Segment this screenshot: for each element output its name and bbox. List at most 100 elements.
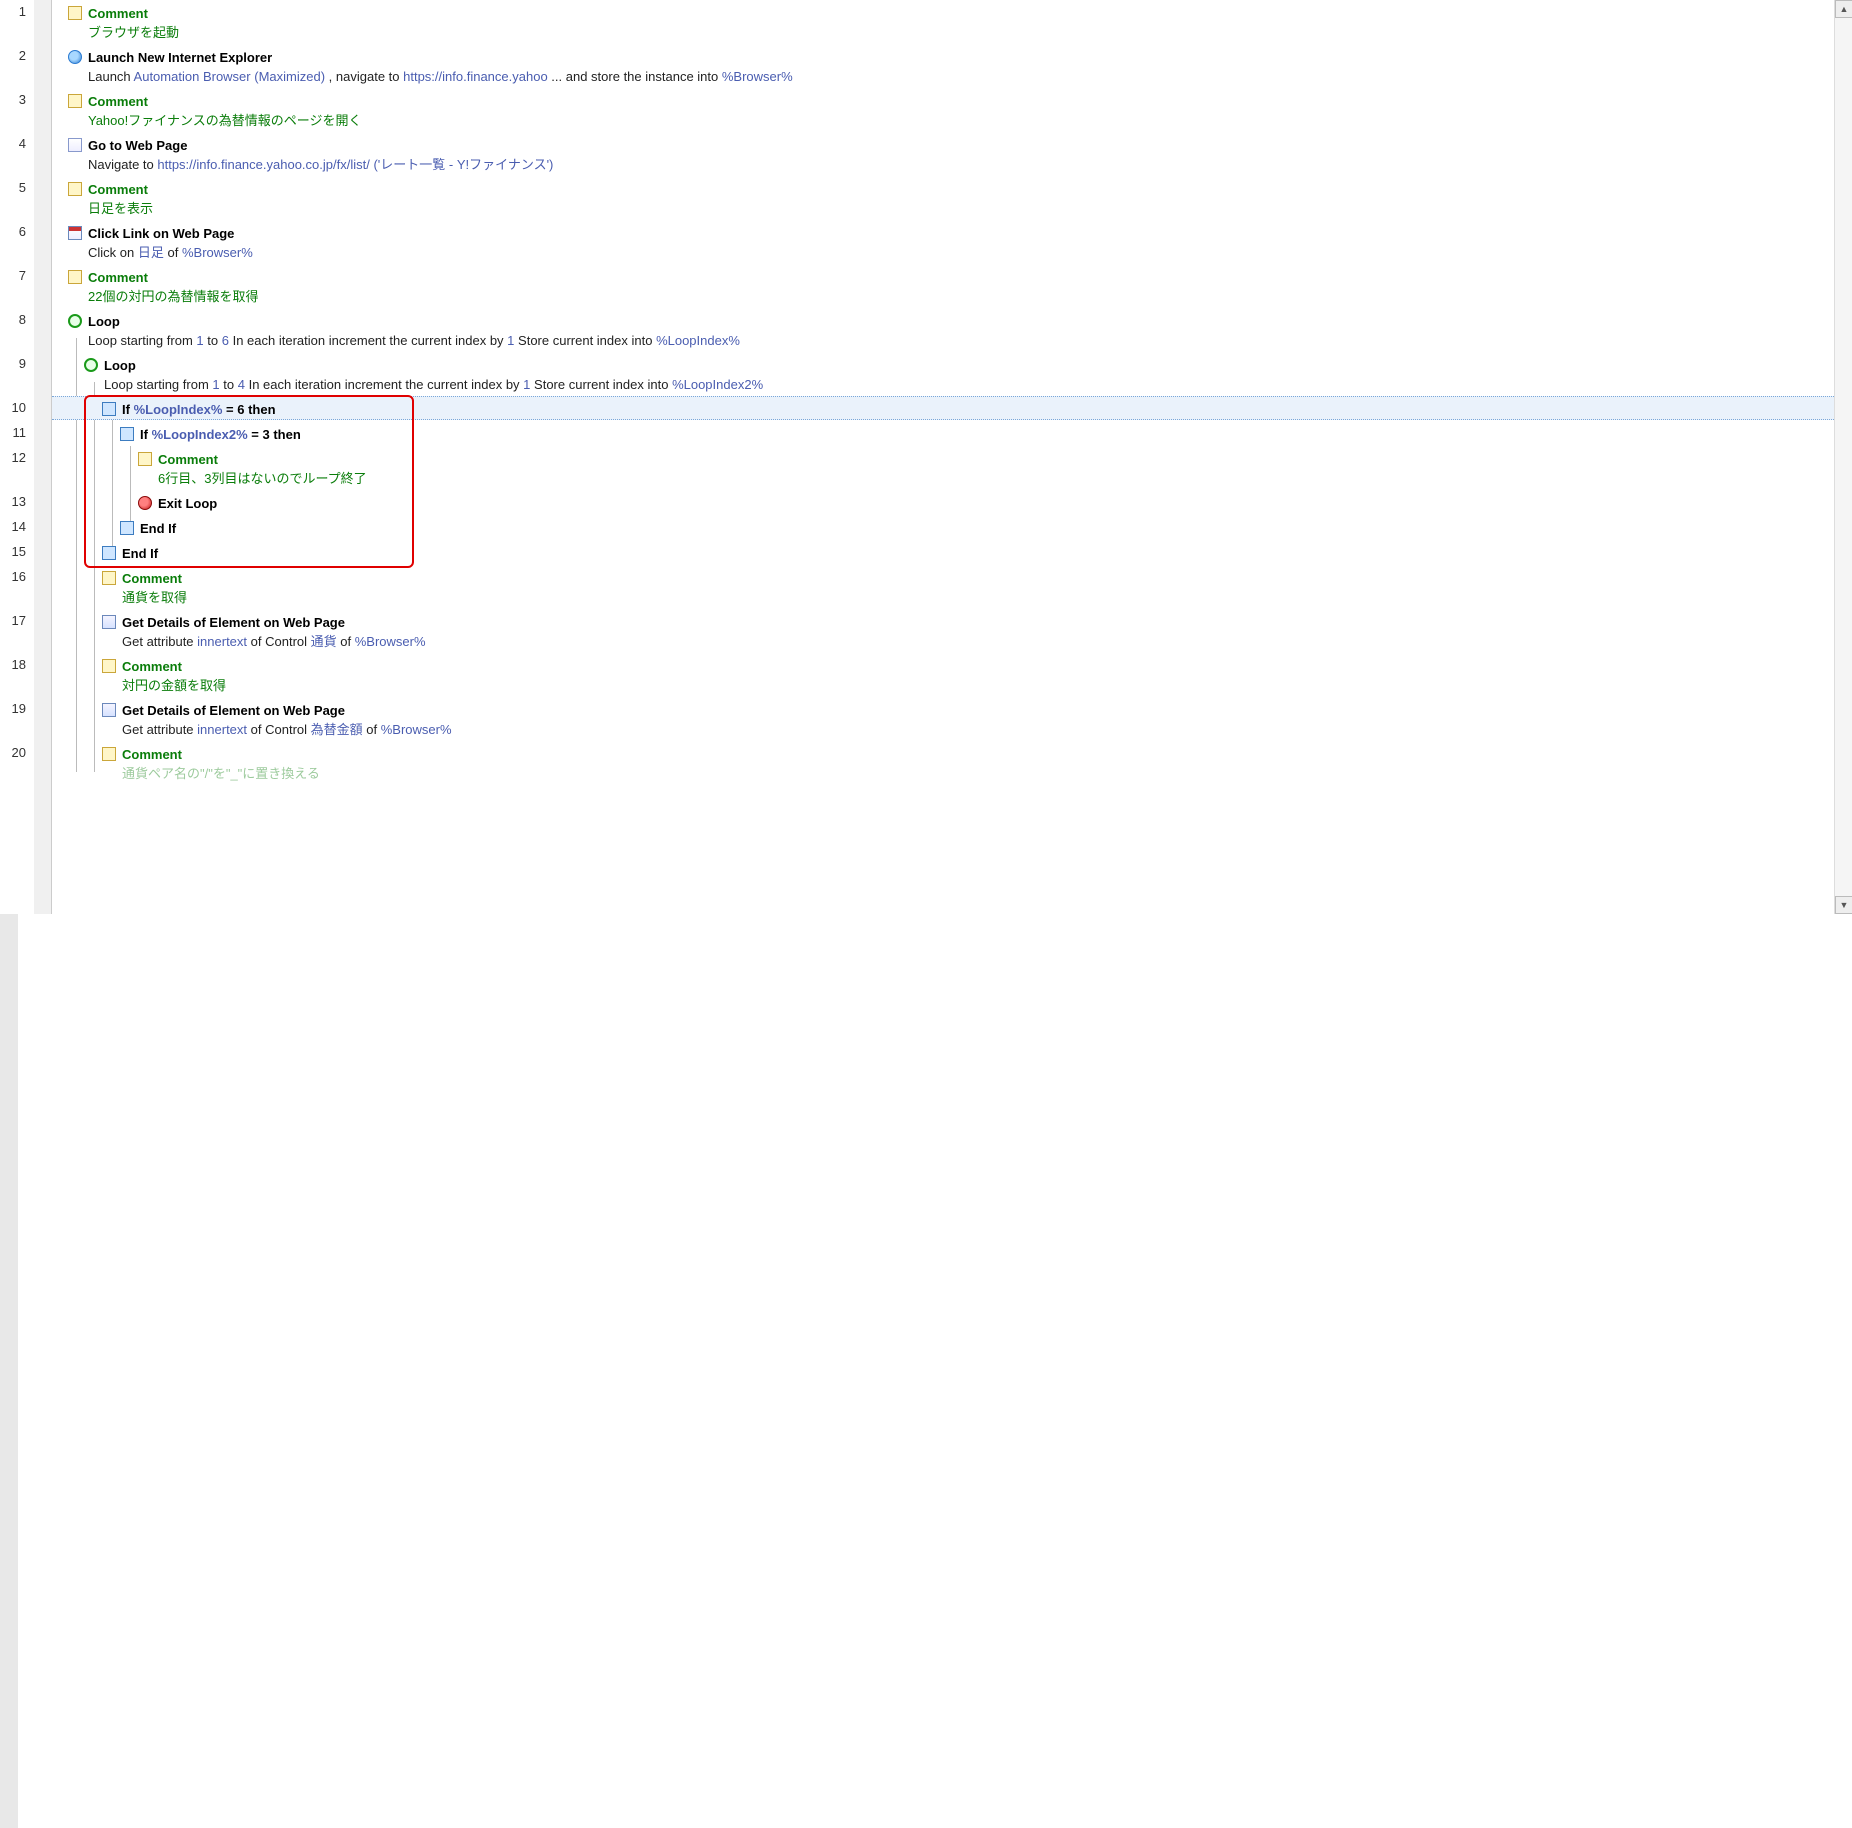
comment-icon xyxy=(102,747,116,761)
action-get-details[interactable]: Get Details of Element on Web Page Get a… xyxy=(102,613,426,651)
action-desc: Navigate to https://info.finance.yahoo.c… xyxy=(88,155,553,174)
action-click-link[interactable]: Click Link on Web Page Click on 日足 of %B… xyxy=(68,224,253,262)
comment-icon xyxy=(68,182,82,196)
action-desc: 通貨ペア名の"/"を"_"に置き換える xyxy=(122,764,320,783)
line-number: 9 xyxy=(0,356,30,371)
action-title: If %LoopIndex% = 6 then xyxy=(122,400,276,419)
comment-icon xyxy=(138,452,152,466)
action-launch-browser[interactable]: Launch New Internet Explorer Launch Auto… xyxy=(68,48,793,86)
exit-icon xyxy=(138,496,152,510)
action-desc: 通貨を取得 xyxy=(122,588,187,607)
gutter: 1234567891011121314151617181920 xyxy=(0,0,52,914)
code-area[interactable]: Comment ブラウザを起動 Launch New Internet Expl… xyxy=(52,0,1852,914)
branch-icon xyxy=(120,521,134,535)
line-number: 11 xyxy=(0,425,30,440)
action-title: End If xyxy=(140,519,176,538)
line-number: 1 xyxy=(0,4,30,19)
tree-guide xyxy=(130,446,131,524)
tree-guide xyxy=(94,382,95,772)
globe-icon xyxy=(68,50,82,64)
action-title: Comment xyxy=(122,657,226,676)
action-end-if[interactable]: End If xyxy=(120,519,176,538)
action-title: Comment xyxy=(88,4,179,23)
action-desc: Yahoo!ファイナンスの為替情報のページを開く xyxy=(88,111,361,130)
line-number: 16 xyxy=(0,569,30,584)
branch-icon xyxy=(102,546,116,560)
line-number: 7 xyxy=(0,268,30,283)
line-number: 3 xyxy=(0,92,30,107)
action-desc: Get attribute innertext of Control 通貨 of… xyxy=(122,632,426,651)
branch-icon xyxy=(102,402,116,416)
line-number: 15 xyxy=(0,544,30,559)
line-number: 10 xyxy=(0,400,30,415)
line-number: 19 xyxy=(0,701,30,716)
line-number: 20 xyxy=(0,745,30,760)
action-title: Comment xyxy=(122,569,187,588)
action-title: Exit Loop xyxy=(158,494,217,513)
action-desc: Launch Automation Browser (Maximized) , … xyxy=(88,67,793,86)
selected-line[interactable] xyxy=(52,396,1852,420)
action-desc: 日足を表示 xyxy=(88,199,153,218)
action-title: Comment xyxy=(88,268,258,287)
tree-guide xyxy=(112,420,113,550)
vertical-scrollbar[interactable]: ▲ ▼ xyxy=(1834,0,1852,914)
comment-icon xyxy=(68,94,82,108)
action-title: Get Details of Element on Web Page xyxy=(122,613,426,632)
details-icon xyxy=(102,615,116,629)
comment-icon xyxy=(68,270,82,284)
grid-icon xyxy=(68,226,82,240)
action-exit-loop[interactable]: Exit Loop xyxy=(138,494,217,513)
action-if[interactable]: If %LoopIndex2% = 3 then xyxy=(120,425,301,444)
line-number: 14 xyxy=(0,519,30,534)
action-title: Launch New Internet Explorer xyxy=(88,48,793,67)
line-number: 2 xyxy=(0,48,30,63)
action-desc: Loop starting from 1 to 4 In each iterat… xyxy=(104,375,763,394)
action-goto-webpage[interactable]: Go to Web Page Navigate to https://info.… xyxy=(68,136,553,174)
action-loop[interactable]: Loop Loop starting from 1 to 6 In each i… xyxy=(68,312,740,350)
action-comment[interactable]: Comment 通貨を取得 xyxy=(102,569,187,607)
loop-icon xyxy=(84,358,98,372)
action-desc: ブラウザを起動 xyxy=(88,23,179,42)
action-comment[interactable]: Comment Yahoo!ファイナンスの為替情報のページを開く xyxy=(68,92,361,130)
action-title: Loop xyxy=(104,356,763,375)
line-number: 12 xyxy=(0,450,30,465)
comment-icon xyxy=(68,6,82,20)
line-number: 18 xyxy=(0,657,30,672)
chevron-up-icon: ▲ xyxy=(1840,4,1849,14)
action-if[interactable]: If %LoopIndex% = 6 then xyxy=(102,400,276,419)
action-desc: 22個の対円の為替情報を取得 xyxy=(88,287,258,306)
page-icon xyxy=(68,138,82,152)
action-loop[interactable]: Loop Loop starting from 1 to 4 In each i… xyxy=(84,356,763,394)
action-desc: Get attribute innertext of Control 為替金額 … xyxy=(122,720,452,739)
action-title: Click Link on Web Page xyxy=(88,224,253,243)
scroll-down-button[interactable]: ▼ xyxy=(1835,896,1852,914)
action-comment[interactable]: Comment ブラウザを起動 xyxy=(68,4,179,42)
action-title: Loop xyxy=(88,312,740,331)
line-number: 13 xyxy=(0,494,30,509)
line-number: 4 xyxy=(0,136,30,151)
comment-icon xyxy=(102,571,116,585)
action-end-if[interactable]: End If xyxy=(102,544,158,563)
action-desc: Click on 日足 of %Browser% xyxy=(88,243,253,262)
action-title: Comment xyxy=(88,92,361,111)
action-comment[interactable]: Comment 22個の対円の為替情報を取得 xyxy=(68,268,258,306)
details-icon xyxy=(102,703,116,717)
scroll-up-button[interactable]: ▲ xyxy=(1835,0,1852,18)
action-comment[interactable]: Comment 通貨ペア名の"/"を"_"に置き換える xyxy=(102,745,320,783)
line-number: 17 xyxy=(0,613,30,628)
action-comment[interactable]: Comment 6行目、3列目はないのでループ終了 xyxy=(138,450,367,488)
action-title: Get Details of Element on Web Page xyxy=(122,701,452,720)
action-title: If %LoopIndex2% = 3 then xyxy=(140,425,301,444)
comment-icon xyxy=(102,659,116,673)
action-comment[interactable]: Comment 日足を表示 xyxy=(68,180,153,218)
chevron-down-icon: ▼ xyxy=(1840,900,1849,910)
action-get-details[interactable]: Get Details of Element on Web Page Get a… xyxy=(102,701,452,739)
editor-container: 1234567891011121314151617181920 Comment … xyxy=(0,0,1852,914)
action-comment[interactable]: Comment 対円の金額を取得 xyxy=(102,657,226,695)
line-number: 6 xyxy=(0,224,30,239)
line-number: 8 xyxy=(0,312,30,327)
action-title: Comment xyxy=(122,745,320,764)
branch-icon xyxy=(120,427,134,441)
action-desc: 対円の金額を取得 xyxy=(122,676,226,695)
action-title: Comment xyxy=(158,450,367,469)
